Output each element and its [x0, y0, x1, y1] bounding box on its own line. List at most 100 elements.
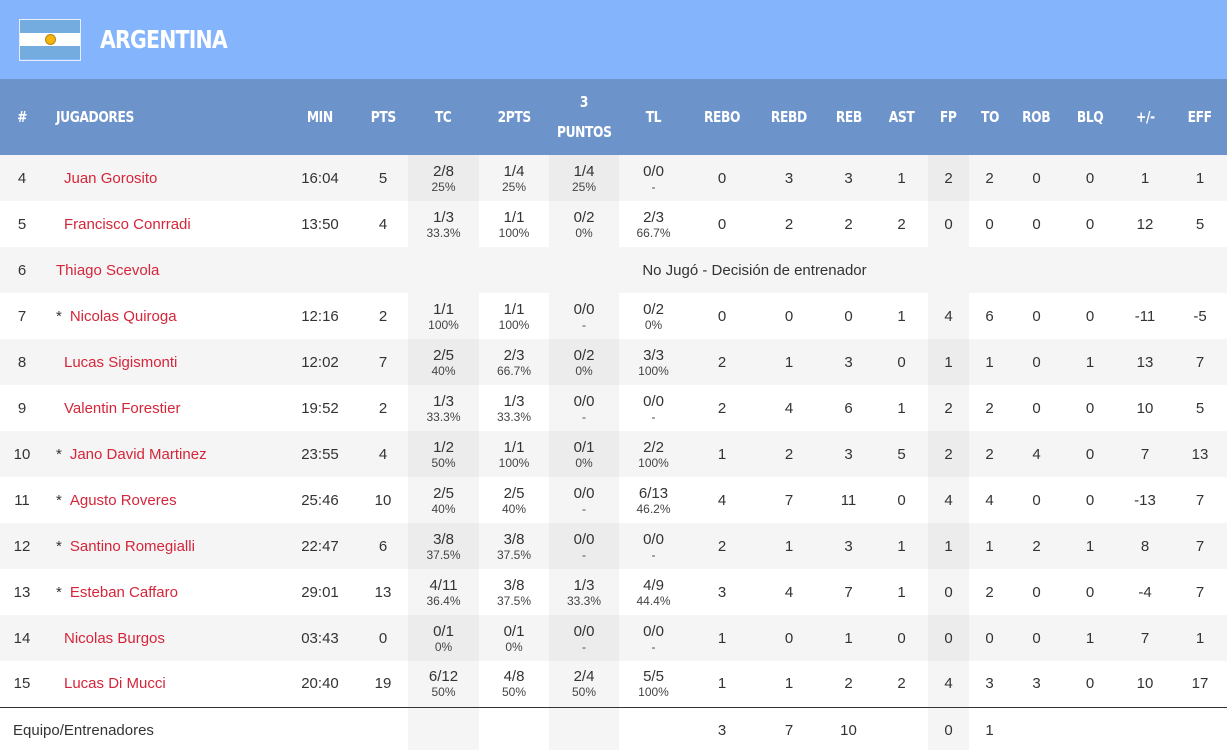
player-number: 14: [0, 615, 44, 661]
player-name: Nicolas Quiroga: [69, 307, 177, 325]
turnovers: 2: [969, 569, 1010, 615]
plus-minus: 13: [1117, 339, 1173, 385]
points: 19: [358, 661, 408, 707]
player-name-link[interactable]: Nicolas Burgos: [44, 615, 282, 661]
player-name: Lucas Di Mucci: [64, 675, 166, 693]
points: 13: [358, 569, 408, 615]
col-reb[interactable]: REB: [822, 79, 875, 155]
two-pointers: 1/1 100%: [479, 293, 549, 339]
assists: 0: [875, 477, 928, 523]
efficiency: 7: [1173, 339, 1227, 385]
assists: 1: [875, 569, 928, 615]
field-goals: 0/1 0%: [408, 615, 479, 661]
three-pointers: 0/0-: [549, 523, 619, 569]
col-2pts[interactable]: 2PTS: [479, 79, 549, 155]
player-name-link[interactable]: * Esteban Caffaro: [44, 569, 282, 615]
col-tc[interactable]: TC: [408, 79, 479, 155]
player-name-link[interactable]: Thiago Scevola: [44, 247, 282, 293]
player-number: 12: [0, 523, 44, 569]
col-ast[interactable]: AST: [875, 79, 928, 155]
blocks: 0: [1063, 201, 1117, 247]
points: 5: [358, 155, 408, 201]
plus-minus: 10: [1117, 385, 1173, 431]
player-name-link[interactable]: * Santino Romegialli: [44, 523, 282, 569]
plus-minus: 7: [1117, 615, 1173, 661]
minutes: 13:50: [282, 201, 358, 247]
col-player[interactable]: JUGADORES: [44, 79, 282, 155]
player-name-link[interactable]: Valentin Forestier: [44, 385, 282, 431]
table-row: 7 * Nicolas Quiroga 12:16 2 1/1 100% 1/1 10…: [0, 293, 1227, 339]
player-name-link[interactable]: Lucas Di Mucci: [44, 661, 282, 707]
col-tl[interactable]: TL: [619, 79, 688, 155]
player-name-link[interactable]: Francisco Conrradi: [44, 201, 282, 247]
off-rebounds: 4: [688, 477, 756, 523]
points: 4: [358, 201, 408, 247]
rebounds: 6: [822, 385, 875, 431]
col-min[interactable]: MIN: [282, 79, 358, 155]
col-rebd[interactable]: REBD: [756, 79, 822, 155]
player-name: Lucas Sigismonti: [64, 353, 178, 371]
assists: 1: [875, 523, 928, 569]
player-number: 10: [0, 431, 44, 477]
player-name-link[interactable]: * Jano David Martinez: [44, 431, 282, 477]
col-num[interactable]: #: [0, 79, 44, 155]
col-plus-minus[interactable]: +/-: [1117, 79, 1173, 155]
fouls: 4: [928, 477, 969, 523]
off-rebounds: 0: [688, 155, 756, 201]
def-rebounds: 1: [756, 661, 822, 707]
player-name: Thiago Scevola: [56, 261, 160, 279]
three-pointers: 0/0-: [549, 615, 619, 661]
two-pointers: 1/4 25%: [479, 155, 549, 201]
player-name-link[interactable]: * Agusto Roveres: [44, 477, 282, 523]
steals: 0: [1010, 385, 1063, 431]
fouls: 2: [928, 155, 969, 201]
col-to[interactable]: TO: [969, 79, 1010, 155]
two-pointers: 2/3 66.7%: [479, 339, 549, 385]
blocks: 0: [1063, 431, 1117, 477]
player-number: 8: [0, 339, 44, 385]
three-pointers: 1/4 25%: [549, 155, 619, 201]
def-rebounds: 7: [756, 477, 822, 523]
col-fp[interactable]: FP: [928, 79, 969, 155]
steals: 0: [1010, 569, 1063, 615]
rebounds: 1: [822, 615, 875, 661]
field-goals: 2/8 25%: [408, 155, 479, 201]
box-score-table: # JUGADORES MIN PTS TC 2PTS 3 PUNTOS TL R…: [0, 79, 1227, 750]
three-pointers: 0/2 0%: [549, 201, 619, 247]
free-throws: 0/0-: [619, 523, 688, 569]
col-rob[interactable]: ROB: [1010, 79, 1063, 155]
plus-minus: 8: [1117, 523, 1173, 569]
turnovers: 0: [969, 615, 1010, 661]
col-3pts[interactable]: 3 PUNTOS: [549, 79, 619, 155]
player-name-link[interactable]: Juan Gorosito: [44, 155, 282, 201]
rebounds: 7: [822, 569, 875, 615]
points: 6: [358, 523, 408, 569]
assists: 1: [875, 293, 928, 339]
def-rebounds: 1: [756, 523, 822, 569]
three-pointers: 0/0-: [549, 385, 619, 431]
col-eff[interactable]: EFF: [1173, 79, 1227, 155]
off-rebounds: 0: [688, 293, 756, 339]
assists: 2: [875, 201, 928, 247]
points: 7: [358, 339, 408, 385]
efficiency: 5: [1173, 201, 1227, 247]
blocks: 0: [1063, 661, 1117, 707]
turnovers: 2: [969, 155, 1010, 201]
def-rebounds: 2: [756, 431, 822, 477]
team-header: ARGENTINA: [0, 0, 1227, 79]
minutes: 20:40: [282, 661, 358, 707]
player-name-link[interactable]: Lucas Sigismonti: [44, 339, 282, 385]
col-pts[interactable]: PTS: [358, 79, 408, 155]
plus-minus: 10: [1117, 661, 1173, 707]
starter-marker: *: [56, 537, 62, 555]
player-number: 13: [0, 569, 44, 615]
field-goals: 4/11 36.4%: [408, 569, 479, 615]
player-name-link[interactable]: * Nicolas Quiroga: [44, 293, 282, 339]
fouls: 0: [928, 569, 969, 615]
col-rebo[interactable]: REBO: [688, 79, 756, 155]
points: 10: [358, 477, 408, 523]
turnovers: 1: [969, 523, 1010, 569]
off-rebounds: 2: [688, 523, 756, 569]
col-blq[interactable]: BLQ: [1063, 79, 1117, 155]
rebounds: 3: [822, 431, 875, 477]
